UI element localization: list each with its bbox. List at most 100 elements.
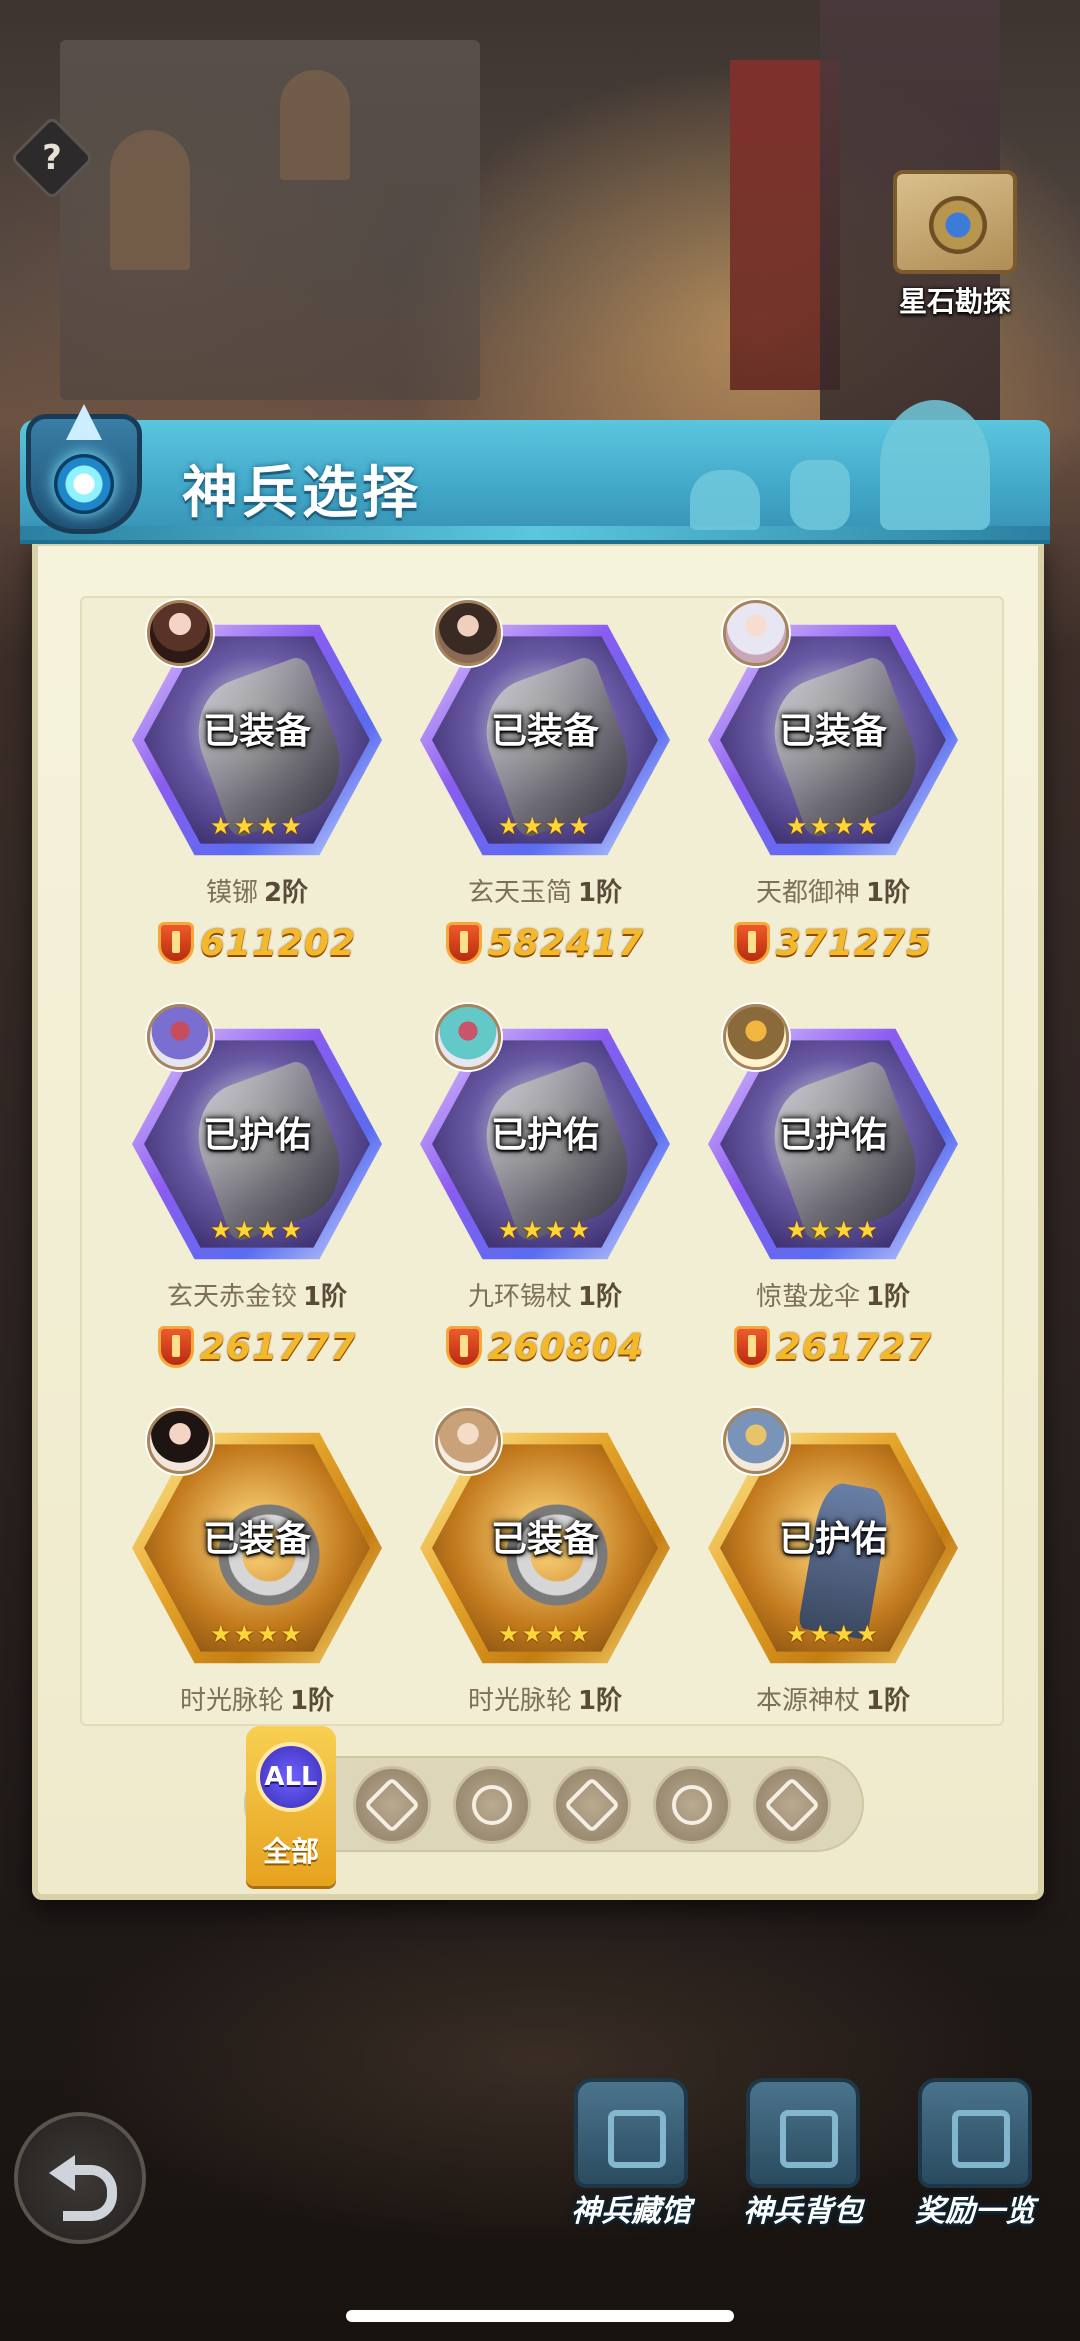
weapon-tier: 1阶 xyxy=(577,1686,623,1716)
weapon-tier: 1阶 xyxy=(302,1282,348,1312)
weapon-name: 玄天赤金铰 1阶 xyxy=(122,1276,392,1313)
compass-icon xyxy=(929,196,987,254)
power-shield-icon xyxy=(157,922,194,964)
power-display: 260804 xyxy=(410,1326,680,1368)
hero-avatar xyxy=(435,600,501,666)
hero-avatar xyxy=(723,1004,789,1070)
armory-label: 神兵藏馆 xyxy=(571,2194,691,2229)
filter-class-1[interactable] xyxy=(353,1766,431,1844)
star-explore-label: 星石勘探 xyxy=(898,285,1011,318)
weapon-status: 已护佑 xyxy=(490,1115,599,1156)
star-explore-button[interactable]: 星石勘探 xyxy=(880,170,1030,320)
weapon-status: 已装备 xyxy=(490,711,599,752)
power-display: 371275 xyxy=(698,922,968,964)
weapon-tier: 1阶 xyxy=(865,1282,911,1312)
power-display: 261727 xyxy=(698,1326,968,1368)
class-3-icon xyxy=(563,1776,621,1834)
power-value: 611202 xyxy=(199,922,357,964)
weapon-name: 玄天玉简 1阶 xyxy=(410,872,680,909)
weapon-status: 已护佑 xyxy=(778,1519,887,1560)
hero-avatar xyxy=(147,1004,213,1070)
power-shield-icon xyxy=(733,1326,770,1368)
rewards-label: 奖励一览 xyxy=(915,2194,1035,2229)
weapon-name: 惊蛰龙伞 1阶 xyxy=(698,1276,968,1313)
weapon-name-text: 玄天赤金铰 xyxy=(166,1282,297,1312)
star-rating: ★★★★ xyxy=(209,1216,305,1244)
power-display: 582417 xyxy=(410,922,680,964)
star-rating: ★★★★ xyxy=(209,812,305,840)
weapon-card[interactable]: 已护佑 ★★★★ 九环锡杖 1阶 260804 xyxy=(410,1004,680,1404)
weapon-card[interactable]: 已装备 ★★★★ 玄天玉简 1阶 582417 xyxy=(410,600,680,1000)
weapon-card[interactable]: 已护佑 ★★★★ 惊蛰龙伞 1阶 261727 xyxy=(698,1004,968,1404)
star-rating: ★★★★ xyxy=(497,1620,593,1648)
panel-title: 神兵选择 xyxy=(182,461,422,526)
filter-class-5[interactable] xyxy=(753,1766,831,1844)
back-arrow-icon xyxy=(49,2151,117,2221)
weapon-name: 九环锡杖 1阶 xyxy=(410,1276,680,1313)
power-value: 260804 xyxy=(487,1326,645,1368)
weapon-card[interactable]: 已装备 ★★★★ 时光脉轮 1阶 xyxy=(410,1408,680,1808)
decor-silhouette xyxy=(790,460,850,530)
hero-avatar xyxy=(435,1004,501,1070)
weapon-name: 镆铘 2阶 xyxy=(122,872,392,909)
weapon-status: 已装备 xyxy=(202,1519,311,1560)
weapon-name-text: 时光脉轮 xyxy=(179,1686,284,1716)
home-indicator[interactable] xyxy=(346,2310,734,2322)
power-value: 261727 xyxy=(775,1326,933,1368)
class-4-icon xyxy=(672,1785,712,1825)
power-shield-icon xyxy=(445,1326,482,1368)
class-2-icon xyxy=(472,1785,512,1825)
weapon-status: 已护佑 xyxy=(202,1115,311,1156)
hero-avatar xyxy=(147,1408,213,1474)
power-display: 611202 xyxy=(122,922,392,964)
weapon-card[interactable]: 已护佑 ★★★★ 玄天赤金铰 1阶 261777 xyxy=(122,1004,392,1404)
power-value: 261777 xyxy=(199,1326,357,1368)
weapon-name-text: 惊蛰龙伞 xyxy=(755,1282,860,1312)
filter-class-4[interactable] xyxy=(653,1766,731,1844)
star-rating: ★★★★ xyxy=(497,812,593,840)
power-value: 582417 xyxy=(487,922,645,964)
class-1-icon xyxy=(363,1776,421,1834)
star-rating: ★★★★ xyxy=(497,1216,593,1244)
rewards-chest-icon xyxy=(918,2078,1032,2188)
power-shield-icon xyxy=(733,922,770,964)
weapon-card[interactable]: 已护佑 ★★★★ 本源神杖 1阶 xyxy=(698,1408,968,1808)
weapon-tier: 2阶 xyxy=(263,878,309,908)
hero-avatar xyxy=(723,600,789,666)
panel-emblem xyxy=(14,396,154,546)
weapon-name: 天都御神 1阶 xyxy=(698,872,968,909)
backpack-button[interactable]: 神兵背包 xyxy=(718,2070,888,2230)
decor-silhouette xyxy=(880,400,990,530)
weapon-status: 已装备 xyxy=(202,711,311,752)
rewards-button[interactable]: 奖励一览 xyxy=(890,2070,1060,2230)
filter-all-tab[interactable]: ALL 全部 xyxy=(246,1726,336,1886)
weapon-card[interactable]: 已装备 ★★★★ 天都御神 1阶 371275 xyxy=(698,600,968,1000)
weapon-status: 已装备 xyxy=(778,711,887,752)
filter-class-2[interactable] xyxy=(453,1766,531,1844)
back-button[interactable] xyxy=(14,2112,146,2244)
power-shield-icon xyxy=(445,922,482,964)
weapon-name-text: 天都御神 xyxy=(755,878,860,908)
armory-icon xyxy=(574,2078,688,2188)
hero-avatar xyxy=(723,1408,789,1474)
weapon-name-text: 时光脉轮 xyxy=(467,1686,572,1716)
weapon-tier: 1阶 xyxy=(865,878,911,908)
weapon-tier: 1阶 xyxy=(289,1686,335,1716)
power-value: 371275 xyxy=(775,922,933,964)
filter-class-3[interactable] xyxy=(553,1766,631,1844)
weapon-tier: 1阶 xyxy=(577,878,623,908)
weapon-status: 已装备 xyxy=(490,1519,599,1560)
weapon-tier: 1阶 xyxy=(577,1282,623,1312)
decor-silhouette xyxy=(690,470,760,530)
weapon-card[interactable]: 已装备 ★★★★ 镆铘 2阶 611202 xyxy=(122,600,392,1000)
weapon-name-text: 九环锡杖 xyxy=(467,1282,572,1312)
star-rating: ★★★★ xyxy=(785,1620,881,1648)
backpack-icon xyxy=(746,2078,860,2188)
weapon-name-text: 本源神杖 xyxy=(755,1686,860,1716)
help-icon: ? xyxy=(42,138,62,178)
star-rating: ★★★★ xyxy=(209,1620,305,1648)
treasure-map-icon xyxy=(893,170,1017,274)
weapon-tier: 1阶 xyxy=(865,1686,911,1716)
armory-button[interactable]: 神兵藏馆 xyxy=(546,2070,716,2230)
weapon-name-text: 镆铘 xyxy=(205,878,258,908)
